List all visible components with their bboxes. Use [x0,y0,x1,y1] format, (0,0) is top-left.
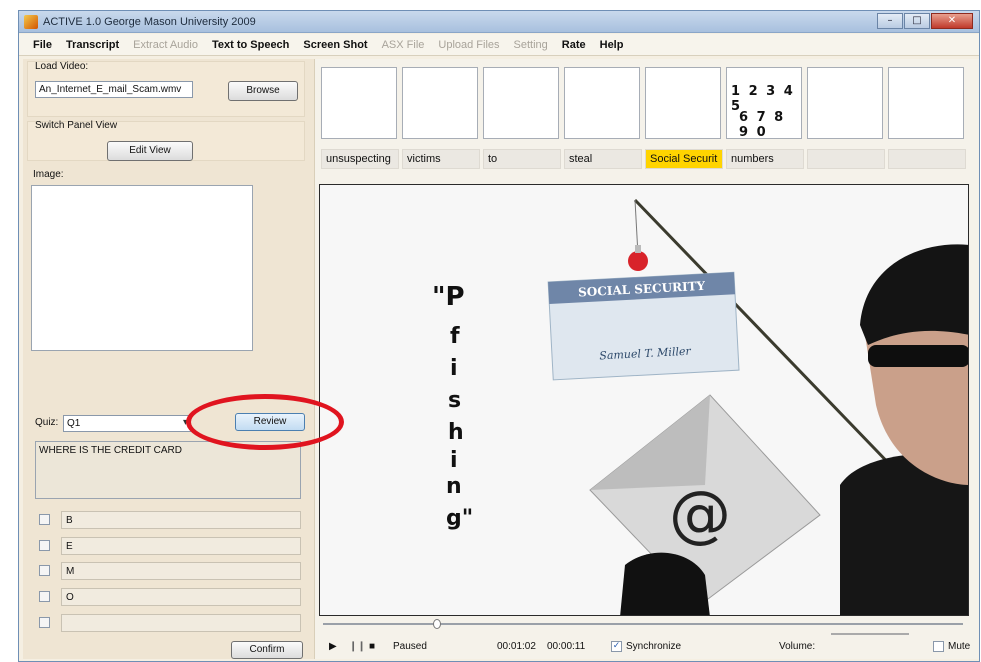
play-icon[interactable]: ▶ [329,641,337,652]
synchronize-label: Synchronize [626,641,682,653]
option-row[interactable]: E [35,537,303,555]
quiz-label: Quiz: [35,417,59,428]
option-checkbox[interactable] [39,591,50,602]
title-bar[interactable]: ACTIVE 1.0 George Mason University 2009 … [19,11,979,33]
menu-transcript[interactable]: Transcript [66,39,119,51]
switch-panel-label: Switch Panel View [35,120,118,131]
stop-icon[interactable]: ■ [369,641,375,652]
time-total: 00:00:11 [547,641,586,652]
edit-view-button[interactable]: Edit View [107,141,193,161]
transcript-word[interactable]: to [483,149,561,169]
transcript-word-highlighted[interactable]: Social Securit [645,149,723,169]
quiz-select[interactable]: Q1 ▾ [63,415,191,432]
option-row[interactable] [35,614,303,632]
transcript-word[interactable]: victims [402,149,480,169]
scene-letter: g" [446,506,473,531]
minimize-button[interactable]: – [877,13,903,29]
transcript-thumbnail[interactable] [807,67,883,139]
option-field[interactable] [61,614,301,632]
synchronize-toggle[interactable]: ✓ Synchronize [611,641,681,652]
menu-asx-file[interactable]: ASX File [382,39,425,51]
player-controls: ▶ ❙❙ ■ Paused 00:01:02 00:00:11 ✓ Synchro… [319,619,973,659]
option-checkbox[interactable] [39,617,50,628]
option-checkbox[interactable] [39,540,50,551]
app-icon [24,15,38,29]
transcript-thumbnail[interactable] [483,67,559,139]
transcript-thumbnail[interactable] [645,67,721,139]
thumbnail-digits: 6 7 8 9 0 [739,110,786,140]
option-field[interactable]: M [61,562,301,580]
image-label: Image: [33,169,64,180]
mute-label: Mute [948,641,971,653]
option-row[interactable]: M [35,562,303,580]
quiz-select-value: Q1 [67,418,81,429]
menu-file[interactable]: File [33,39,52,51]
menu-bar: File Transcript Extract Audio Text to Sp… [19,34,979,56]
option-field[interactable]: O [61,588,301,606]
maximize-button[interactable]: □ [904,13,930,29]
option-field[interactable]: E [61,537,301,555]
seek-handle[interactable] [433,619,441,629]
pause-icon[interactable]: ❙❙ [349,641,366,652]
menu-screen-shot[interactable]: Screen Shot [303,39,367,51]
transcript-word[interactable] [888,149,966,169]
browse-button[interactable]: Browse [228,81,298,101]
option-checkbox[interactable] [39,565,50,576]
menu-rate[interactable]: Rate [562,39,586,51]
transcript-word[interactable]: numbers [726,149,804,169]
window-controls: – □ ✕ [877,13,973,29]
mute-checkbox[interactable] [933,641,944,652]
menu-setting[interactable]: Setting [514,39,548,51]
confirm-button[interactable]: Confirm [231,641,303,659]
transcript-thumbnail[interactable]: 1 2 3 4 5 6 7 8 9 0 [726,67,802,140]
transcript-thumbnail[interactable] [564,67,640,139]
volume-slider[interactable] [831,633,909,635]
option-row[interactable]: O [35,588,303,606]
load-video-label: Load Video: [35,61,89,72]
transcript-thumbnail[interactable] [402,67,478,139]
video-file-field[interactable]: An_Internet_E_mail_Scam.wmv [35,81,193,98]
right-panel: 1 2 3 4 5 6 7 8 9 0 unsuspecting victims… [315,59,979,659]
close-button[interactable]: ✕ [931,13,973,29]
menu-extract-audio[interactable]: Extract Audio [133,39,198,51]
scene-letter: s [448,388,461,413]
synchronize-checkbox[interactable]: ✓ [611,641,622,652]
window-title: ACTIVE 1.0 George Mason University 2009 [43,16,256,28]
scene-letter: f [450,324,460,349]
mute-toggle[interactable]: Mute [933,641,970,652]
option-field[interactable]: B [61,511,301,529]
scene-letter: i [450,356,458,381]
option-checkbox[interactable] [39,514,50,525]
seek-bar[interactable] [323,619,963,629]
scene-letter: i [450,448,458,473]
scene-letter: "P [432,282,465,312]
annotation-ring [186,394,344,450]
video-player[interactable]: SOCIAL SECURITY Samuel T. Miller "P f i … [319,184,969,616]
transcript-thumbnail[interactable] [888,67,964,139]
transcript-word[interactable]: unsuspecting [321,149,399,169]
volume-label: Volume: [779,641,816,652]
time-current: 00:01:02 [497,641,536,652]
transcript-word[interactable] [807,149,885,169]
menu-help[interactable]: Help [600,39,624,51]
menu-upload-files[interactable]: Upload Files [438,39,499,51]
envelope-symbol: @ [669,477,731,550]
video-frame-illustration: SOCIAL SECURITY Samuel T. Miller "P f i … [320,185,968,615]
player-status: Paused [393,641,427,652]
app-window: ACTIVE 1.0 George Mason University 2009 … [18,10,980,662]
transcript-word[interactable]: steal [564,149,642,169]
transcript-thumbnail[interactable] [321,67,397,139]
option-row[interactable]: B [35,511,303,529]
scene-letter: n [446,474,462,499]
menu-text-to-speech[interactable]: Text to Speech [212,39,289,51]
image-preview [31,185,253,351]
left-panel: Load Video: An_Internet_E_mail_Scam.wmv … [23,59,315,659]
scene-letter: h [448,420,464,445]
